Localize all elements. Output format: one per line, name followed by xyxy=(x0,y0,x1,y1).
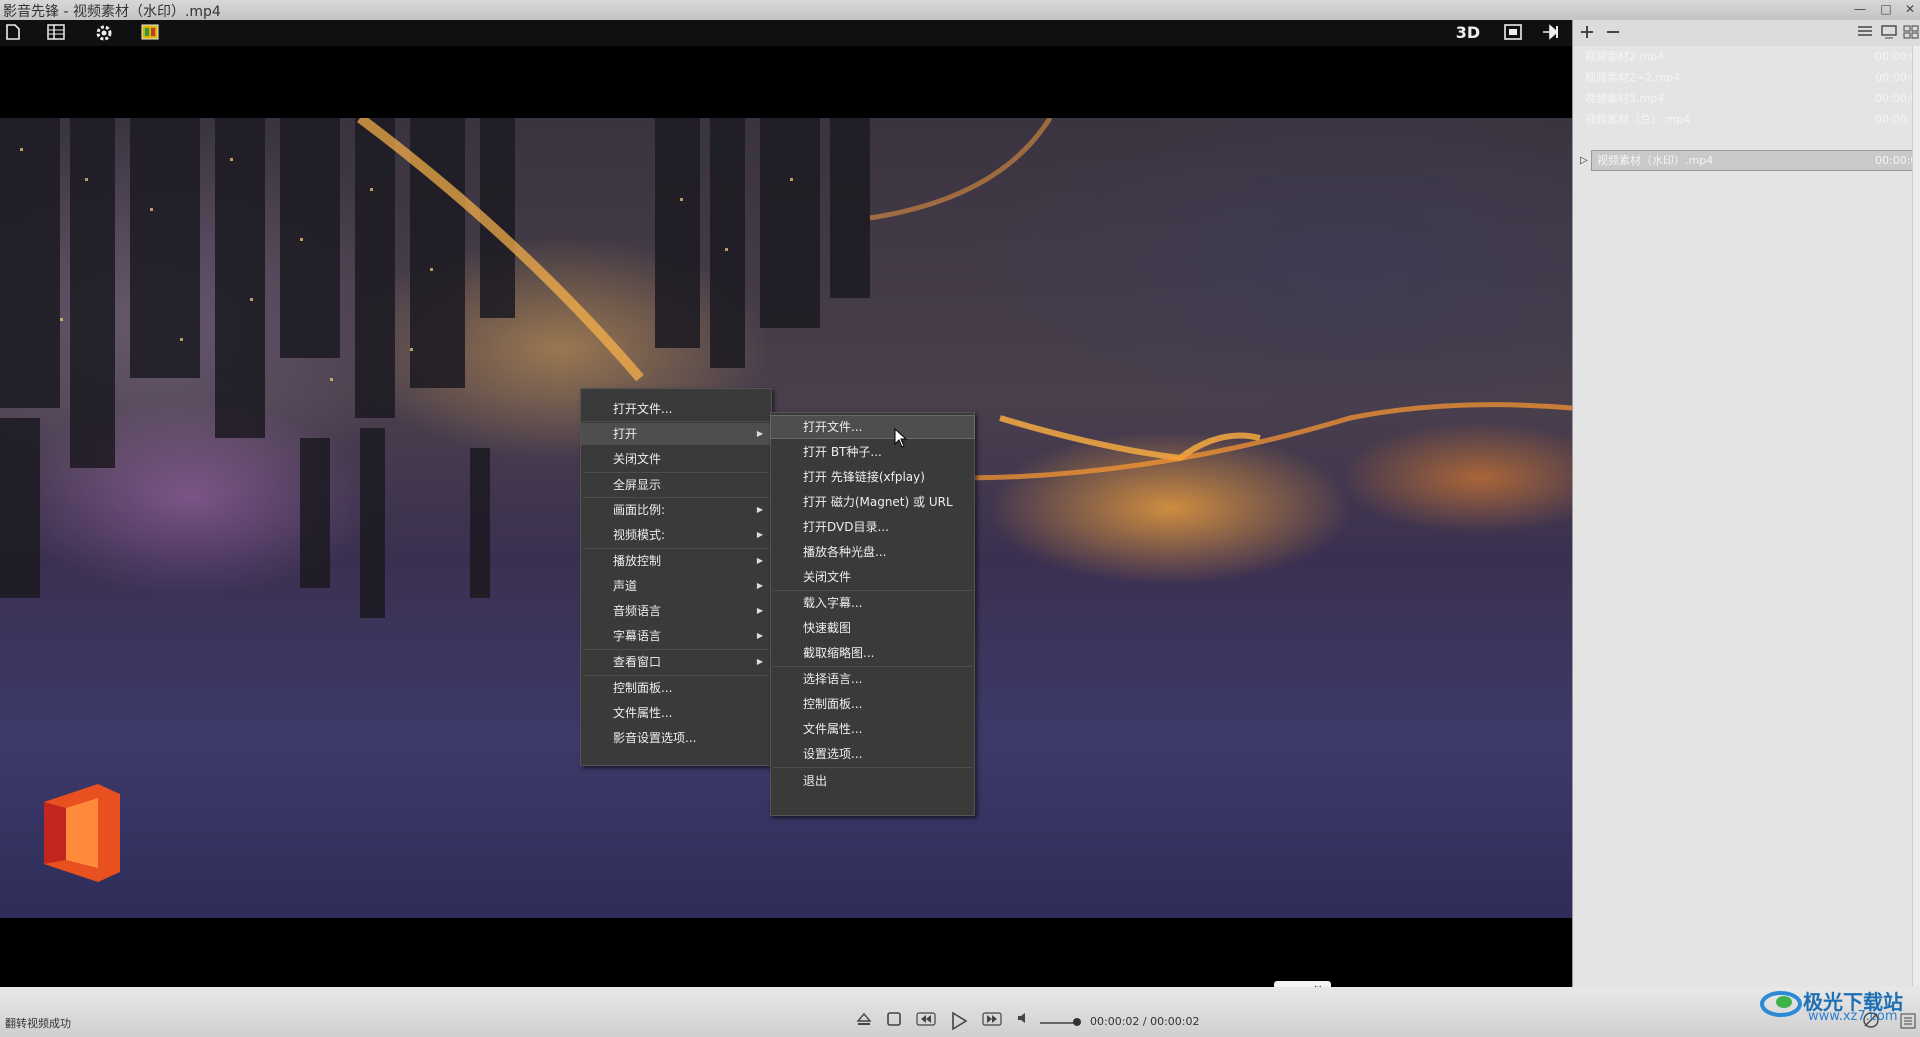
submenu-arrow-icon: ▶ xyxy=(756,429,763,438)
minimize-button[interactable]: — xyxy=(1852,2,1868,16)
playlist-item-current[interactable]: ▷ 视频素材（水印）.mp4 00:00:0 xyxy=(1573,150,1920,171)
close-button[interactable]: ✕ xyxy=(1902,2,1918,16)
eject-icon[interactable] xyxy=(853,1011,875,1033)
control-bar: 翻转视频成功 00:00:02 / 00:00:02 xyxy=(0,987,1920,1037)
submenu-item-select-language[interactable]: 选择语言... xyxy=(771,668,974,690)
playlist-toolbar xyxy=(1573,20,1920,46)
submenu-item-open-dvd[interactable]: 打开DVD目录... xyxy=(771,516,974,538)
previous-icon[interactable] xyxy=(915,1011,937,1033)
three-d-button[interactable]: 3D xyxy=(1453,24,1483,42)
menu-separator xyxy=(583,675,769,676)
pin-on-top-icon[interactable] xyxy=(1540,24,1560,42)
grid-view-icon[interactable] xyxy=(1903,25,1919,43)
menu-item-fullscreen[interactable]: 全屏显示 xyxy=(581,474,771,496)
menu-item-open-file[interactable]: 打开文件... xyxy=(581,398,771,420)
player-toolbar: 3D xyxy=(0,20,1572,46)
color-adjust-icon[interactable] xyxy=(140,24,160,42)
next-icon[interactable] xyxy=(981,1011,1003,1033)
title-bar: 影音先锋 - 视频素材（水印）.mp4 — □ ✕ xyxy=(0,0,1920,20)
submenu-item-exit[interactable]: 退出 xyxy=(771,770,974,792)
stop-icon[interactable] xyxy=(883,1011,905,1033)
submenu-item-open-magnet[interactable]: 打开 磁力(Magnet) 或 URL xyxy=(771,491,974,513)
submenu-arrow-icon: ▶ xyxy=(756,631,763,640)
menu-separator xyxy=(773,590,972,591)
playlist-item[interactable]: 视频素材2.mp4 00:00:0 xyxy=(1573,46,1920,67)
settings-gear-icon[interactable] xyxy=(94,24,114,42)
submenu-arrow-icon: ▶ xyxy=(756,657,763,666)
office-logo-icon xyxy=(44,784,120,882)
menu-separator xyxy=(583,421,769,422)
playlist-item[interactable]: 视频素材3.mp4 00:00:0 xyxy=(1573,88,1920,109)
submenu-item-open-bt[interactable]: 打开 BT种子... xyxy=(771,441,974,463)
playlist-panel: 视频素材2.mp4 00:00:0 视频素材2~2.mp4 00:00:0 视频… xyxy=(1572,20,1920,987)
volume-icon[interactable] xyxy=(1012,1011,1034,1033)
screen-size-icon[interactable] xyxy=(1503,24,1523,42)
submenu-arrow-icon: ▶ xyxy=(756,556,763,565)
menu-separator xyxy=(583,497,769,498)
playlist-item[interactable]: 视频素材（总）.mp4 00:00:1 xyxy=(1573,109,1920,130)
menu-separator xyxy=(583,472,769,473)
submenu-arrow-icon: ▶ xyxy=(756,581,763,590)
volume-knob[interactable] xyxy=(1073,1018,1081,1026)
menu-item-subtitle-language[interactable]: 字幕语言 ▶ xyxy=(581,625,771,647)
watermark-logo-icon xyxy=(1760,991,1802,1017)
window-title: 影音先锋 - 视频素材（水印）.mp4 xyxy=(3,4,221,20)
menu-item-video-mode[interactable]: 视频模式: ▶ xyxy=(581,524,771,546)
timecode: 00:00:02 / 00:00:02 xyxy=(1090,1015,1200,1028)
watermark-subtext: www.xz7.com xyxy=(1808,1009,1898,1024)
playlist-toggle-icon[interactable] xyxy=(46,24,66,42)
menu-list-icon[interactable] xyxy=(1900,1013,1916,1033)
detail-view-icon[interactable] xyxy=(1881,25,1897,43)
mouse-cursor-icon xyxy=(894,428,908,448)
remove-icon[interactable] xyxy=(1605,24,1621,44)
video-player[interactable]: 3D 打开文件... 打开 ▶ 关闭文件 全屏显示 画面比例: ▶ 视频模式: … xyxy=(0,20,1572,1003)
submenu-arrow-icon: ▶ xyxy=(756,530,763,539)
submenu-item-load-subtitle[interactable]: 载入字幕... xyxy=(771,592,974,614)
menu-item-open[interactable]: 打开 ▶ xyxy=(581,423,771,445)
menu-item-aspect-ratio[interactable]: 画面比例: ▶ xyxy=(581,499,771,521)
play-icon[interactable] xyxy=(948,1011,970,1033)
menu-item-playback-control[interactable]: 播放控制 ▶ xyxy=(581,550,771,572)
new-file-icon[interactable] xyxy=(4,24,22,42)
submenu-item-quick-screenshot[interactable]: 快速截图 xyxy=(771,617,974,639)
menu-separator xyxy=(583,548,769,549)
submenu-arrow-icon: ▶ xyxy=(756,505,763,514)
add-icon[interactable] xyxy=(1579,24,1595,44)
status-message: 翻转视频成功 xyxy=(5,1017,71,1030)
menu-item-view-window[interactable]: 查看窗口 ▶ xyxy=(581,651,771,673)
menu-separator xyxy=(583,649,769,650)
list-view-icon[interactable] xyxy=(1857,25,1873,43)
playlist-scrollbar[interactable] xyxy=(1912,46,1920,986)
submenu-item-open-file[interactable]: 打开文件... xyxy=(770,415,975,439)
submenu-item-play-disc[interactable]: 播放各种光盘... xyxy=(771,541,974,563)
menu-item-settings[interactable]: 影音设置选项... xyxy=(581,727,771,749)
submenu-item-thumbnail[interactable]: 截取缩略图... xyxy=(771,642,974,664)
submenu-item-control-panel[interactable]: 控制面板... xyxy=(771,693,974,715)
menu-item-audio-language[interactable]: 音频语言 ▶ xyxy=(581,600,771,622)
submenu-item-close-file[interactable]: 关闭文件 xyxy=(771,566,974,588)
menu-item-file-properties[interactable]: 文件属性... xyxy=(581,702,771,724)
submenu-arrow-icon: ▶ xyxy=(756,606,763,615)
submenu-item-open-xfplay[interactable]: 打开 先锋链接(xfplay) xyxy=(771,466,974,488)
submenu-item-settings[interactable]: 设置选项... xyxy=(771,743,974,765)
menu-item-control-panel[interactable]: 控制面板... xyxy=(581,677,771,699)
menu-item-close-file[interactable]: 关闭文件 xyxy=(581,448,771,470)
submenu-item-file-properties[interactable]: 文件属性... xyxy=(771,718,974,740)
context-menu: 打开文件... 打开 ▶ 关闭文件 全屏显示 画面比例: ▶ 视频模式: ▶ 播放控制… xyxy=(580,388,772,766)
menu-separator xyxy=(773,666,972,667)
playlist-item[interactable]: 视频素材2~2.mp4 00:00:0 xyxy=(1573,67,1920,88)
maximize-button[interactable]: □ xyxy=(1878,2,1894,16)
menu-separator xyxy=(773,767,972,768)
menu-item-audio-channel[interactable]: 声道 ▶ xyxy=(581,575,771,597)
open-submenu: 打开文件... 打开 BT种子... 打开 先锋链接(xfplay) 打开 磁力… xyxy=(770,412,975,816)
now-playing-icon: ▷ xyxy=(1580,155,1588,166)
